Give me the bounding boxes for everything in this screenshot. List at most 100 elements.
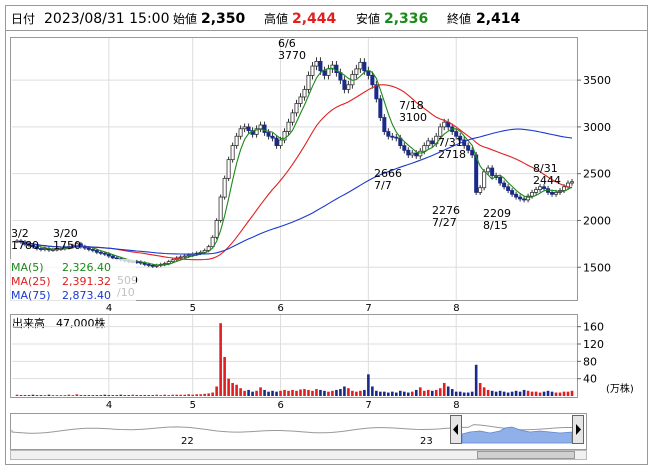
volume-bar-down <box>518 391 522 396</box>
volume-bar-up <box>175 394 179 396</box>
candle-down <box>382 117 387 132</box>
volume-bar-down <box>151 395 155 396</box>
volume-bar-up <box>287 390 290 396</box>
volume-bar-up <box>426 389 430 396</box>
candle-down <box>86 247 91 250</box>
volume-bar-down <box>391 391 394 396</box>
volume-bar-down <box>115 395 119 396</box>
ma-legend: MA(5) 2,326.40 MA(25) 2,391.32 MA(75) 2,… <box>10 259 136 302</box>
volume-bar-up <box>227 378 230 396</box>
legend-ma75-value: 2,873.40 <box>62 289 111 302</box>
volume-bar-up <box>538 392 542 396</box>
volume-bar-up <box>215 386 218 396</box>
candle-up <box>294 103 299 114</box>
stock-chart-widget: 日付 2023/08/31 15:00 始値 2,350 高値 2,444 安値… <box>0 0 653 470</box>
candle-up <box>534 189 539 193</box>
volume-bar-up <box>478 383 482 396</box>
legend-ma25: MA(25) <box>11 275 51 288</box>
volume-bar-down <box>319 389 322 396</box>
volume-bar-up <box>359 390 362 396</box>
price-tick-label: 3000 <box>583 121 611 134</box>
navigator-left-handle[interactable] <box>450 415 462 444</box>
volume-bar-down <box>47 394 51 396</box>
volume-bar-down <box>542 391 546 396</box>
candle-down <box>102 252 107 255</box>
volume-bar-down <box>502 391 506 396</box>
volume-bar-down <box>450 389 454 396</box>
candle-down <box>150 264 155 267</box>
volume-bar-up <box>442 383 446 396</box>
volume-bar-down <box>367 374 370 396</box>
volume-bar-up <box>55 395 59 396</box>
volume-bar-up <box>534 391 538 396</box>
volume-bar-down <box>39 395 43 396</box>
volume-bar-down <box>466 392 470 396</box>
volume-tick-label: 160 <box>583 321 604 334</box>
volume-bar-up <box>243 390 246 396</box>
volume-bar-up <box>75 394 79 396</box>
high-label: 高値 <box>264 11 288 26</box>
volume-bar-down <box>546 390 550 396</box>
volume-bar-down <box>339 389 342 396</box>
candle-down <box>414 152 419 157</box>
volume-bar-up <box>207 393 210 396</box>
volume-bar-up <box>562 391 566 396</box>
candle-up <box>222 177 227 198</box>
candle-down <box>262 124 267 133</box>
volume-bar-up <box>187 394 190 396</box>
price-tick-label: 3500 <box>583 74 611 87</box>
close-label: 終値 <box>447 11 471 26</box>
volume-bar-up <box>315 389 318 396</box>
volume-bar-down <box>379 391 382 396</box>
candle-up <box>306 75 311 90</box>
volume-bar-down <box>263 389 266 396</box>
volume-bar-down <box>119 394 123 396</box>
volume-bar-up <box>59 395 63 396</box>
volume-bar-down <box>522 389 526 396</box>
open-value: 2,350 <box>201 11 246 27</box>
annotation-line: 2718 <box>438 148 466 161</box>
candle-down <box>270 135 275 139</box>
candle-up <box>298 96 303 104</box>
candle-down <box>98 251 103 254</box>
volume-bar-down <box>498 390 502 396</box>
volume-bar-up <box>558 392 562 396</box>
candle-down <box>90 249 95 251</box>
candle-up <box>186 254 191 257</box>
volume-bar-down <box>247 389 250 396</box>
volume-bar-up <box>303 389 306 396</box>
candle-up <box>554 191 559 195</box>
volume-bar-down <box>494 391 498 396</box>
annotation-line: 7/27 <box>432 216 457 229</box>
candle-down <box>94 250 99 253</box>
volume-bar-up <box>438 388 442 396</box>
volume-bar-down <box>430 390 434 396</box>
datetime-value: 2023/08/31 15:00 <box>44 11 170 27</box>
candle-down <box>246 126 251 132</box>
volume-bar-up <box>307 389 310 396</box>
candle-down <box>542 186 547 190</box>
volume-tick-label: 120 <box>583 338 604 351</box>
candle-down <box>390 135 395 138</box>
volume-bar-down <box>135 395 139 396</box>
navigator-right-handle[interactable] <box>572 415 584 444</box>
scrollbar-thumb[interactable] <box>477 451 575 459</box>
volume-bar-up <box>191 394 194 396</box>
candle-down <box>114 257 119 260</box>
candle-down <box>370 75 375 86</box>
price-tick-label: 2500 <box>583 168 611 181</box>
volume-bar-down <box>375 390 378 396</box>
volume-bar-down <box>454 391 458 396</box>
volume-bar-up <box>203 393 206 396</box>
month-label: 6 <box>278 400 284 411</box>
volume-bar-up <box>351 390 354 396</box>
volume-bar-down <box>506 392 510 396</box>
month-label: 5 <box>190 303 196 314</box>
candle-down <box>318 60 323 72</box>
date-label: 日付 <box>11 12 35 26</box>
candle-up <box>278 139 283 147</box>
volume-bar-down <box>139 395 143 396</box>
volume-bar-up <box>183 394 186 396</box>
volume-bar-down <box>399 390 402 396</box>
volume-bar-up <box>67 394 71 396</box>
